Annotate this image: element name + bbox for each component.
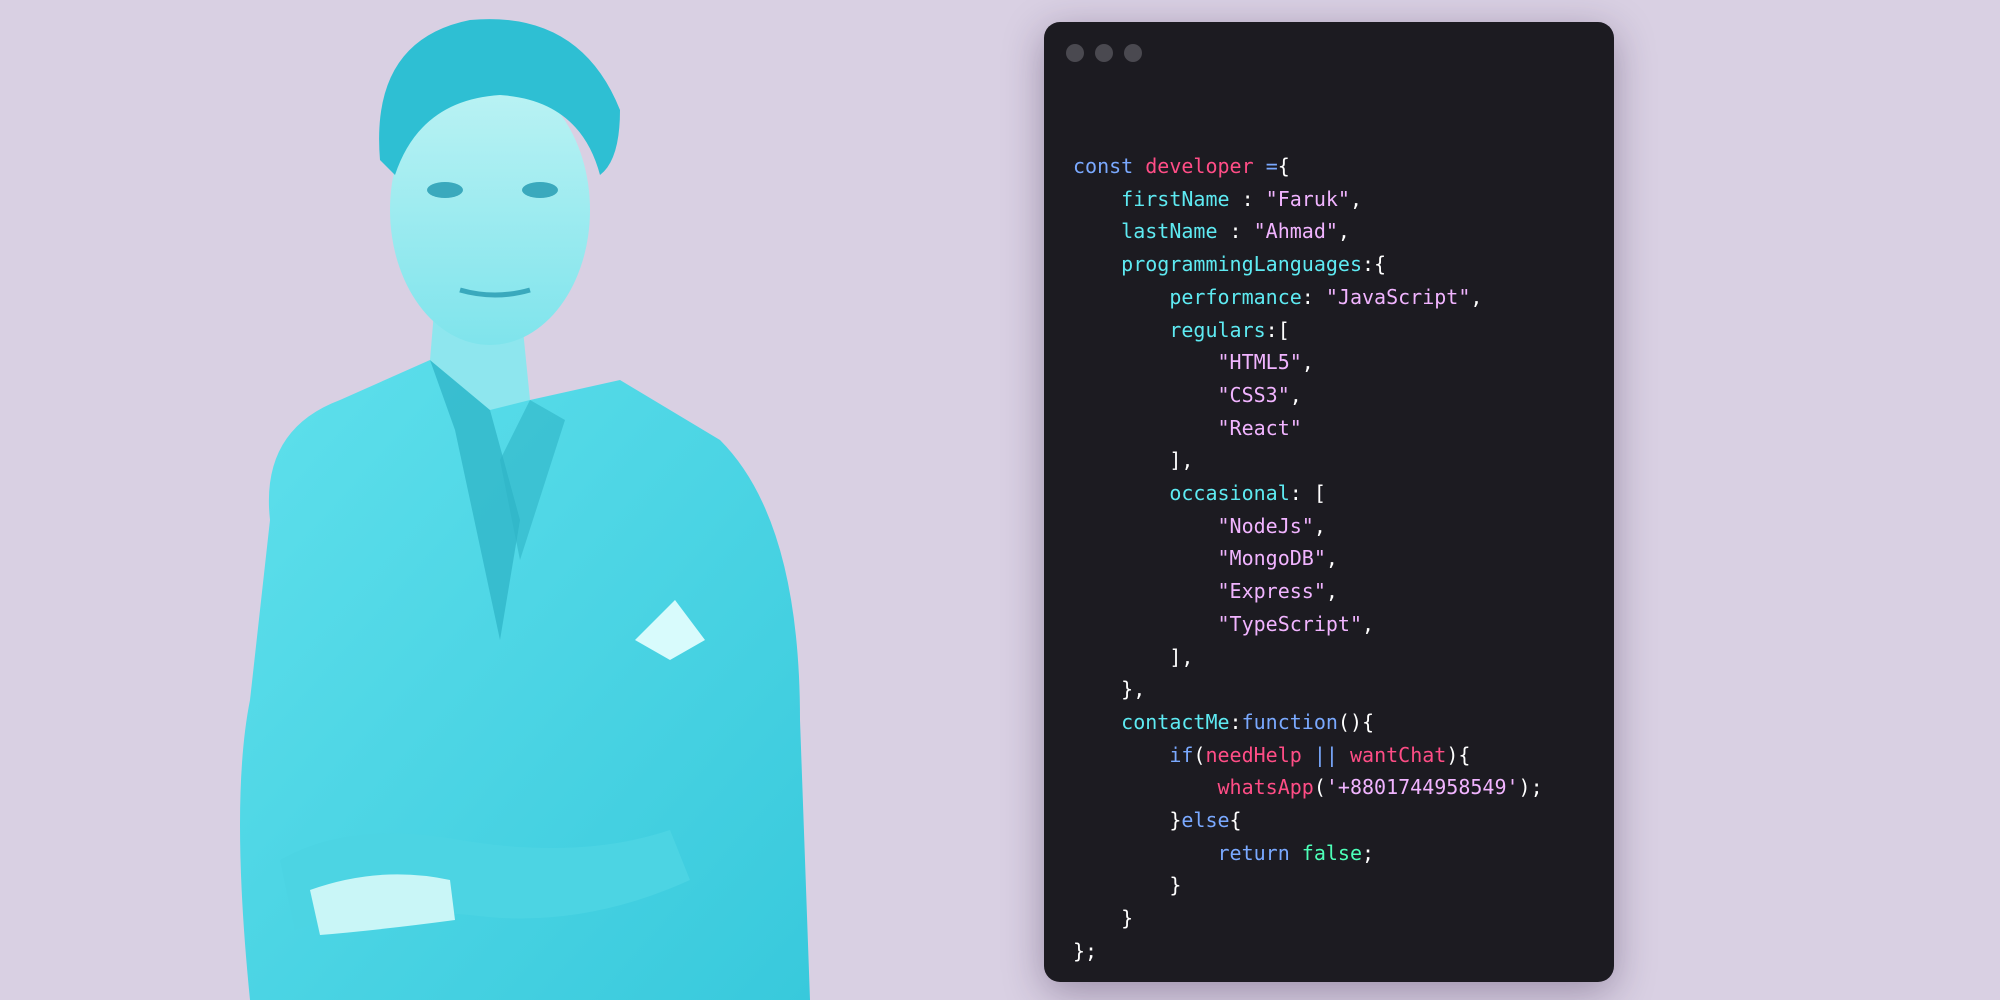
- code-block: const developer ={ firstName : "Faruk", …: [1073, 154, 1543, 963]
- code-variable: wantChat: [1349, 742, 1447, 767]
- code-property: performance: [1169, 284, 1302, 309]
- window-controls: [1066, 44, 1142, 62]
- code-function-call: whatsApp: [1217, 775, 1314, 800]
- developer-portrait: [240, 19, 810, 1000]
- code-keyword: function: [1241, 709, 1338, 734]
- code-editor-window: const developer ={ firstName : "Faruk", …: [1044, 22, 1614, 982]
- code-string: "Express": [1217, 579, 1326, 604]
- code-boolean: false: [1301, 840, 1363, 865]
- code-string: "TypeScript": [1217, 611, 1363, 636]
- code-string: "React": [1217, 415, 1302, 440]
- code-variable: developer: [1145, 154, 1254, 178]
- code-property: occasional: [1169, 481, 1290, 506]
- code-string: "Faruk": [1265, 186, 1350, 211]
- code-keyword: return: [1217, 840, 1290, 865]
- code-string: "CSS3": [1217, 382, 1290, 407]
- minimize-dot[interactable]: [1095, 44, 1113, 62]
- code-keyword: const: [1073, 154, 1134, 178]
- maximize-dot[interactable]: [1124, 44, 1142, 62]
- code-string: "MongoDB": [1217, 546, 1326, 571]
- code-string: "HTML5": [1217, 350, 1302, 375]
- code-keyword: else: [1181, 808, 1230, 833]
- code-keyword: if: [1169, 742, 1194, 767]
- code-variable: needHelp: [1205, 742, 1302, 767]
- code-operator: =: [1265, 154, 1278, 178]
- code-property: contactMe: [1121, 709, 1230, 734]
- code-string: "NodeJs": [1217, 513, 1314, 538]
- code-operator: ||: [1313, 742, 1338, 767]
- close-dot[interactable]: [1066, 44, 1084, 62]
- code-string: "Ahmad": [1253, 219, 1338, 244]
- code-property: lastName: [1121, 219, 1218, 244]
- code-property: firstName: [1121, 186, 1230, 211]
- code-string: "JavaScript": [1325, 284, 1471, 309]
- code-string: '+8801744958549': [1325, 775, 1519, 800]
- code-property: programmingLanguages: [1121, 252, 1362, 277]
- code-property: regulars: [1169, 317, 1266, 342]
